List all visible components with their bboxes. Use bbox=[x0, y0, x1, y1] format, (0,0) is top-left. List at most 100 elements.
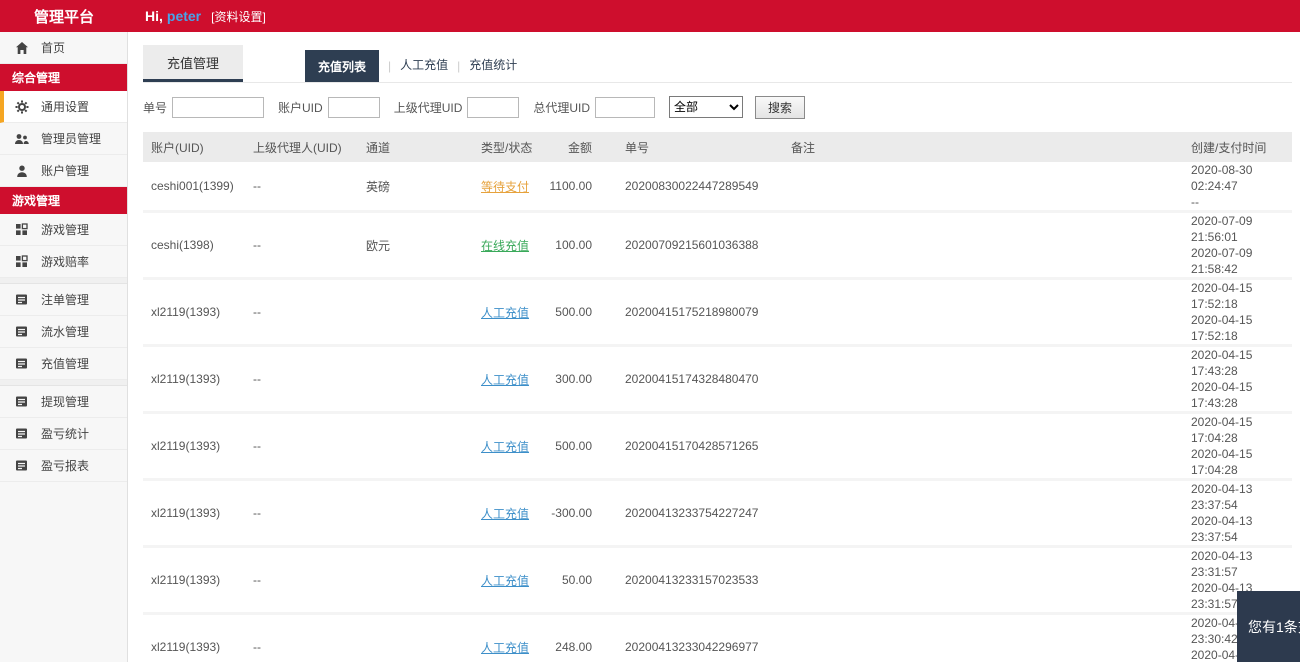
sidebar-item-label: 流水管理 bbox=[41, 325, 90, 339]
order-no-input[interactable] bbox=[172, 96, 265, 118]
main-content: 充值管理 充值列表 | 人工充值 | 充值统计 单号 账户UID 上级代理UID… bbox=[129, 32, 1300, 662]
status-link[interactable]: 人工充值 bbox=[481, 373, 529, 387]
status-link[interactable]: 人工充值 bbox=[481, 574, 529, 588]
cell-order-no: 20200413233042296977 bbox=[625, 640, 759, 654]
cell-created-paid: 2020-08-30 02:24:47 -- bbox=[1183, 162, 1292, 210]
status-link[interactable]: 人工充值 bbox=[481, 507, 529, 521]
tab-bar: 充值列表 | 人工充值 | 充值统计 bbox=[305, 50, 517, 82]
cell-agent: -- bbox=[253, 506, 261, 520]
cell-agent: -- bbox=[253, 439, 261, 453]
recharge-table: 账户(UID) 上级代理人(UID) 通道 类型/状态 金额 单号 备注 创建/… bbox=[143, 132, 1292, 662]
cell-agent: -- bbox=[253, 305, 261, 319]
home-icon bbox=[14, 40, 29, 55]
user-icon bbox=[14, 163, 29, 178]
cell-account: xl2119(1393) bbox=[151, 439, 221, 453]
status-link[interactable]: 人工充值 bbox=[481, 306, 529, 320]
cell-account: xl2119(1393) bbox=[151, 573, 221, 587]
col-remark: 备注 bbox=[791, 140, 816, 155]
filter-bar: 单号 账户UID 上级代理UID 总代理UID 全部 搜索 bbox=[143, 94, 1292, 120]
sidebar-item-bet-management[interactable]: 注单管理 bbox=[0, 284, 127, 316]
sidebar-item-label: 管理员管理 bbox=[41, 132, 102, 146]
top-agent-uid-input[interactable] bbox=[595, 96, 656, 118]
col-channel: 通道 bbox=[366, 140, 391, 155]
section-label: 游戏管理 bbox=[12, 194, 61, 208]
account-uid-input[interactable] bbox=[327, 96, 380, 118]
cell-order-no: 20200709215601036388 bbox=[625, 238, 759, 252]
cell-agent: -- bbox=[253, 372, 261, 386]
cell-order-no: 20200413233754227247 bbox=[625, 506, 759, 520]
notification-popup[interactable]: 您有1条充 bbox=[1237, 591, 1300, 662]
cell-amount: -300.00 bbox=[551, 506, 592, 520]
col-amount: 金额 bbox=[567, 140, 592, 155]
created-time: 2020-04-15 17:43:28 bbox=[1191, 348, 1253, 378]
table-body: ceshi001(1399) -- 英磅 等待支付 1100.00 202008… bbox=[143, 162, 1292, 662]
top-agent-uid-label: 总代理UID bbox=[533, 100, 591, 115]
grid-icon bbox=[14, 254, 29, 269]
cell-created-paid: 2020-04-15 17:04:28 2020-04-15 17:04:28 bbox=[1183, 414, 1292, 478]
tab-recharge-stats[interactable]: 充值统计 bbox=[469, 56, 517, 77]
cell-account: xl2119(1393) bbox=[151, 305, 221, 319]
agent-uid-input[interactable] bbox=[467, 96, 520, 118]
paid-time: 2020-04-15 17:52:18 bbox=[1191, 313, 1253, 343]
cell-account: ceshi(1398) bbox=[151, 238, 214, 252]
sidebar-item-general-settings[interactable]: 通用设置 bbox=[0, 91, 127, 123]
table-row: xl2119(1393) -- 人工充值 50.00 2020041323315… bbox=[143, 548, 1292, 615]
cell-order-no: 20200415170428571265 bbox=[625, 439, 759, 453]
sidebar-item-label: 账户管理 bbox=[41, 164, 90, 178]
profile-settings-link[interactable]: [资料设置] bbox=[211, 8, 266, 25]
created-time: 2020-07-09 21:56:01 bbox=[1191, 214, 1253, 244]
sidebar-item-label: 首页 bbox=[41, 41, 66, 55]
created-time: 2020-04-13 23:37:54 bbox=[1191, 482, 1253, 512]
table-row: xl2119(1393) -- 人工充值 300.00 202004151743… bbox=[143, 347, 1292, 414]
sidebar-item-recharge-management[interactable]: 充值管理 bbox=[0, 348, 127, 380]
grid-icon bbox=[14, 222, 29, 237]
page-title-row: 充值管理 充值列表 | 人工充值 | 充值统计 bbox=[143, 45, 1292, 83]
status-link[interactable]: 等待支付 bbox=[481, 180, 529, 194]
cell-order-no: 20200830022447289549 bbox=[625, 179, 759, 193]
cell-created-paid: 2020-04-15 17:52:18 2020-04-15 17:52:18 bbox=[1183, 280, 1292, 344]
table-row: xl2119(1393) -- 人工充值 500.00 202004151704… bbox=[143, 414, 1292, 481]
sidebar-item-label: 游戏赔率 bbox=[41, 255, 90, 269]
sidebar-item-label: 注单管理 bbox=[41, 293, 90, 307]
sidebar-item-withdraw-management[interactable]: 提现管理 bbox=[0, 386, 127, 418]
agent-uid-label: 上级代理UID bbox=[393, 100, 463, 115]
sidebar-item-account-management[interactable]: 账户管理 bbox=[0, 155, 127, 187]
paid-time: 2020-07-09 21:58:42 bbox=[1191, 246, 1253, 276]
cell-amount: 300.00 bbox=[555, 372, 592, 386]
sidebar-item-label: 游戏管理 bbox=[41, 223, 90, 237]
table-header: 账户(UID) 上级代理人(UID) 通道 类型/状态 金额 单号 备注 创建/… bbox=[143, 132, 1292, 162]
type-select[interactable]: 全部 bbox=[669, 96, 744, 118]
paid-time: 2020-04-15 17:04:28 bbox=[1191, 447, 1253, 477]
search-button[interactable]: 搜索 bbox=[755, 95, 806, 119]
status-link[interactable]: 人工充值 bbox=[481, 641, 529, 655]
username: peter bbox=[166, 8, 202, 24]
sidebar-item-label: 提现管理 bbox=[41, 395, 90, 409]
created-time: 2020-04-15 17:52:18 bbox=[1191, 281, 1253, 311]
sidebar-item-home[interactable]: 首页 bbox=[0, 32, 127, 64]
col-order-no: 单号 bbox=[625, 140, 650, 155]
sidebar-item-label: 盈亏报表 bbox=[41, 459, 90, 473]
cell-order-no: 20200415175218980079 bbox=[625, 305, 759, 319]
notification-text: 您有1条充 bbox=[1248, 619, 1300, 635]
tab-separator: | bbox=[388, 59, 392, 73]
sidebar-item-game-management[interactable]: 游戏管理 bbox=[0, 214, 127, 246]
cell-order-no: 20200415174328480470 bbox=[625, 372, 759, 386]
sidebar-item-profit-report[interactable]: 盈亏报表 bbox=[0, 450, 127, 482]
sidebar-item-admin-management[interactable]: 管理员管理 bbox=[0, 123, 127, 155]
tab-manual-recharge[interactable]: 人工充值 bbox=[400, 56, 448, 77]
sidebar-item-profit-stats[interactable]: 盈亏统计 bbox=[0, 418, 127, 450]
tab-recharge-list[interactable]: 充值列表 bbox=[305, 50, 380, 82]
tab-separator: | bbox=[457, 59, 461, 73]
sidebar-item-game-odds[interactable]: 游戏赔率 bbox=[0, 246, 127, 278]
table-row: ceshi001(1399) -- 英磅 等待支付 1100.00 202008… bbox=[143, 162, 1292, 213]
status-link[interactable]: 人工充值 bbox=[481, 440, 529, 454]
status-link[interactable]: 在线充值 bbox=[481, 239, 529, 253]
report-icon bbox=[14, 324, 29, 339]
account-uid-label: 账户UID bbox=[278, 100, 323, 115]
sidebar-item-turnover-management[interactable]: 流水管理 bbox=[0, 316, 127, 348]
col-agent: 上级代理人(UID) bbox=[253, 140, 342, 155]
cell-channel: 英磅 bbox=[366, 179, 391, 194]
cell-amount: 100.00 bbox=[555, 238, 592, 252]
sidebar-item-label: 通用设置 bbox=[41, 100, 90, 114]
cell-agent: -- bbox=[253, 573, 261, 587]
